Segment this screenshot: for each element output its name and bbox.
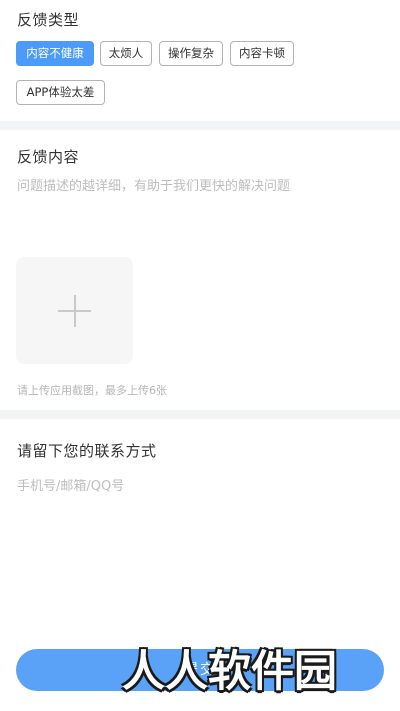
chip-too-annoying[interactable]: 太烦人 xyxy=(100,41,152,66)
chip-app-experience-bad[interactable]: APP体验太差 xyxy=(16,80,105,105)
section-divider xyxy=(0,410,400,419)
contact-title: 请留下您的联系方式 xyxy=(17,442,157,460)
feedback-type-title: 反馈类型 xyxy=(17,11,80,29)
section-divider xyxy=(0,121,400,130)
watermark-logo: 人人软件园 xyxy=(122,647,337,697)
chip-content-lag[interactable]: 内容卡顿 xyxy=(230,41,294,66)
contact-input[interactable]: 手机号/邮箱/QQ号 xyxy=(17,475,124,494)
feedback-content-title: 反馈内容 xyxy=(17,148,80,166)
upload-hint: 请上传应用截图，最多上传6张 xyxy=(17,384,167,397)
feedback-content-input[interactable]: 问题描述的越详细，有助于我们更快的解决问题 xyxy=(17,175,290,194)
feedback-type-section: 反馈类型 内容不健康 太烦人 操作复杂 内容卡顿 APP体验太差 xyxy=(0,0,400,120)
plus-icon-vertical xyxy=(74,295,76,327)
chip-content-unhealthy[interactable]: 内容不健康 xyxy=(16,41,94,66)
chip-complex-operation[interactable]: 操作复杂 xyxy=(159,41,223,66)
upload-image-button[interactable] xyxy=(16,257,133,364)
